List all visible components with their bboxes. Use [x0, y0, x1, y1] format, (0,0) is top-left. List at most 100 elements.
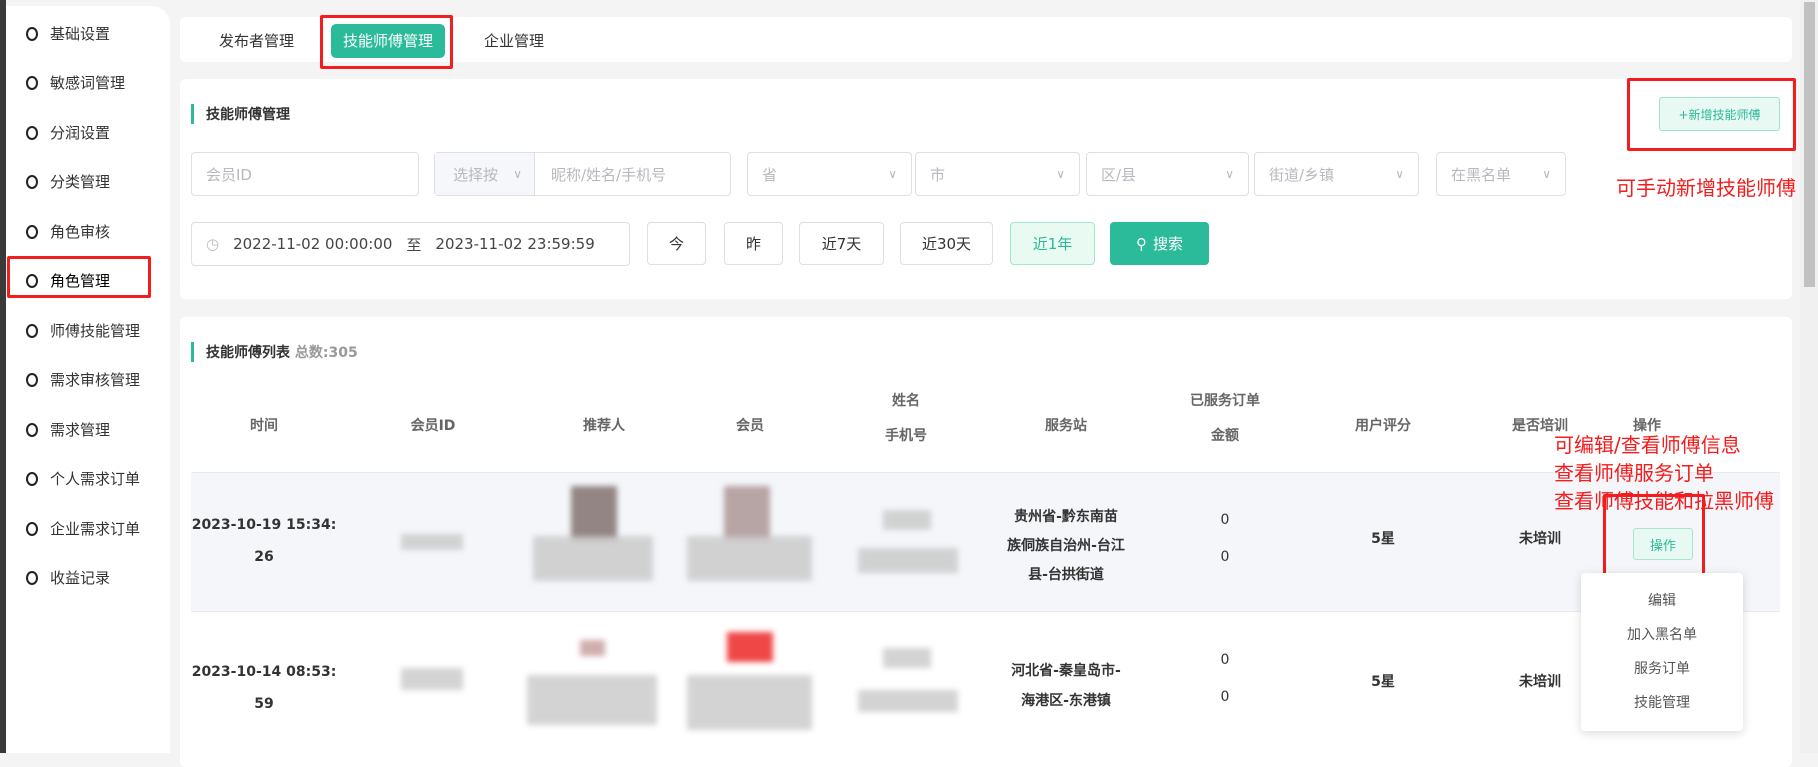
- blurred-referrer: [533, 536, 653, 581]
- cell-amount: 0: [1220, 549, 1230, 565]
- placeholder: 昵称/姓名/手机号: [551, 165, 667, 184]
- station-line: 贵州省-黔东南苗: [1014, 509, 1118, 525]
- sidebar-item-label: 需求审核管理: [50, 371, 141, 389]
- cell-time: 59: [254, 696, 274, 712]
- chevron-down-icon: ∨: [513, 167, 522, 181]
- sidebar-item-label: 分类管理: [50, 173, 111, 191]
- sidebar-item-label: 角色审核: [50, 223, 111, 241]
- scrollbar-thumb[interactable]: [1804, 2, 1815, 287]
- sidebar-item[interactable]: 分润设置: [26, 122, 110, 143]
- search-label: 搜索: [1152, 235, 1183, 253]
- city-select[interactable]: 市 ∨: [915, 152, 1080, 196]
- chevron-down-icon: ∨: [1542, 167, 1551, 181]
- sidebar-item-label: 基础设置: [50, 25, 111, 43]
- date-range-picker[interactable]: ◷ 2022-11-02 00:00:00 至 2023-11-02 23:59:59: [191, 222, 630, 266]
- last-30-days-button[interactable]: 近30天: [900, 222, 993, 265]
- station-line: 河北省-秦皇岛市-: [1011, 663, 1121, 679]
- today-button[interactable]: 今: [647, 222, 706, 265]
- sidebar-item[interactable]: 基础设置: [26, 23, 110, 44]
- last-year-button[interactable]: 近1年: [1010, 222, 1095, 265]
- blacklist-select[interactable]: 在黑名单 ∨: [1436, 152, 1566, 196]
- chevron-down-icon: ∨: [1395, 167, 1404, 181]
- circle-icon: [26, 422, 38, 437]
- member-id-input[interactable]: 会员ID: [191, 152, 419, 196]
- blurred-referrer: [527, 675, 657, 725]
- highlight-box: [320, 15, 453, 69]
- sidebar-item-label: 师傅技能管理: [50, 322, 141, 340]
- sidebar-item[interactable]: 需求审核管理: [26, 369, 140, 390]
- province-select[interactable]: 省 ∨: [747, 152, 912, 196]
- chevron-down-icon: ∨: [1225, 167, 1234, 181]
- date-start: 2022-11-02 00:00:00: [233, 235, 393, 253]
- annotation-add: 可手动新增技能师傅: [1616, 176, 1796, 200]
- placeholder: 省: [762, 165, 778, 184]
- circle-icon: [26, 125, 38, 140]
- search-button[interactable]: ⚲ 搜索: [1110, 222, 1209, 265]
- placeholder: 市: [930, 165, 946, 184]
- blurred-member: [687, 675, 812, 730]
- sidebar-item[interactable]: 分类管理: [26, 171, 110, 192]
- cell-trained: 未培训: [1519, 674, 1561, 690]
- station-line: 族侗族自治州-台江: [1007, 538, 1125, 554]
- annotation-line: 查看师傅技能和拉黑师傅: [1554, 489, 1774, 513]
- circle-icon: [26, 521, 38, 536]
- sidebar-item[interactable]: 师傅技能管理: [26, 320, 140, 341]
- blurred-member-id: [401, 534, 463, 550]
- sidebar-item[interactable]: 个人需求订单: [26, 468, 140, 489]
- placeholder: 街道/乡镇: [1269, 165, 1335, 184]
- chevron-down-icon: ∨: [1056, 167, 1065, 181]
- col-member: 会员: [736, 418, 764, 434]
- keyword-input[interactable]: 昵称/姓名/手机号: [535, 164, 730, 185]
- sidebar-item-label: 收益记录: [50, 569, 111, 587]
- col-member-id: 会员ID: [410, 418, 456, 434]
- sidebar-item-label: 敏感词管理: [50, 74, 126, 92]
- col-phone: 手机号: [885, 428, 927, 444]
- cell-rating: 5星: [1371, 531, 1395, 547]
- annotation-line: 可编辑/查看师傅信息: [1554, 433, 1741, 457]
- col-name: 姓名: [892, 393, 920, 409]
- district-select[interactable]: 区/县 ∨: [1086, 152, 1249, 196]
- cell-station: 贵州省-黔东南苗 族侗族自治州-台江 县-台拱街道: [1007, 503, 1125, 590]
- sidebar-item[interactable]: 企业需求订单: [26, 518, 140, 539]
- blurred-member-id: [401, 668, 463, 690]
- cell-amount: 0: [1220, 689, 1230, 705]
- sidebar-item-label: 企业需求订单: [50, 520, 141, 538]
- sidebar: 基础设置 敏感词管理 分润设置 分类管理 角色审核 角色管理 师傅技能管理 需求…: [6, 6, 170, 753]
- last-7-days-button[interactable]: 近7天: [799, 222, 884, 265]
- action-dropdown-menu: 编辑 加入黑名单 服务订单 技能管理: [1581, 573, 1743, 731]
- select-by-label: 选择按: [453, 165, 499, 184]
- circle-icon: [26, 224, 38, 239]
- circle-icon: [26, 471, 38, 486]
- circle-icon: [26, 323, 38, 338]
- sidebar-item[interactable]: 需求管理: [26, 419, 110, 440]
- blurred-phone: [858, 548, 958, 573]
- sidebar-item[interactable]: 角色审核: [26, 221, 110, 242]
- chevron-down-icon: ∨: [888, 167, 897, 181]
- circle-icon: [26, 26, 38, 41]
- placeholder: 区/县: [1101, 165, 1137, 184]
- col-rating: 用户评分: [1355, 418, 1411, 434]
- cell-time: 26: [254, 549, 274, 565]
- tab-publisher[interactable]: 发布者管理: [207, 24, 306, 58]
- tab-enterprise[interactable]: 企业管理: [472, 24, 556, 58]
- station-line: 海港区-东港镇: [1021, 693, 1111, 709]
- date-separator: 至: [406, 235, 422, 254]
- cell-rating: 5星: [1371, 674, 1395, 690]
- col-orders: 已服务订单: [1190, 393, 1260, 409]
- street-select[interactable]: 街道/乡镇 ∨: [1254, 152, 1419, 196]
- blurred-avatar: [580, 640, 605, 656]
- menu-item-edit[interactable]: 编辑: [1581, 584, 1743, 618]
- sidebar-item[interactable]: 敏感词管理: [26, 72, 125, 93]
- cell-time: 2023-10-19 15:34:: [191, 517, 337, 533]
- col-station: 服务站: [1045, 418, 1087, 434]
- menu-item-blacklist[interactable]: 加入黑名单: [1581, 618, 1743, 652]
- date-end: 2023-11-02 23:59:59: [435, 235, 595, 253]
- menu-item-skill-management[interactable]: 技能管理: [1581, 686, 1743, 720]
- menu-item-service-orders[interactable]: 服务订单: [1581, 652, 1743, 686]
- col-referrer: 推荐人: [583, 418, 625, 434]
- cell-station: 河北省-秦皇岛市- 海港区-东港镇: [1011, 656, 1121, 716]
- yesterday-button[interactable]: 昨: [724, 222, 783, 265]
- cell-orders: 0: [1220, 512, 1230, 528]
- select-by-dropdown[interactable]: 选择按 ∨: [435, 153, 535, 195]
- sidebar-item[interactable]: 收益记录: [26, 567, 110, 588]
